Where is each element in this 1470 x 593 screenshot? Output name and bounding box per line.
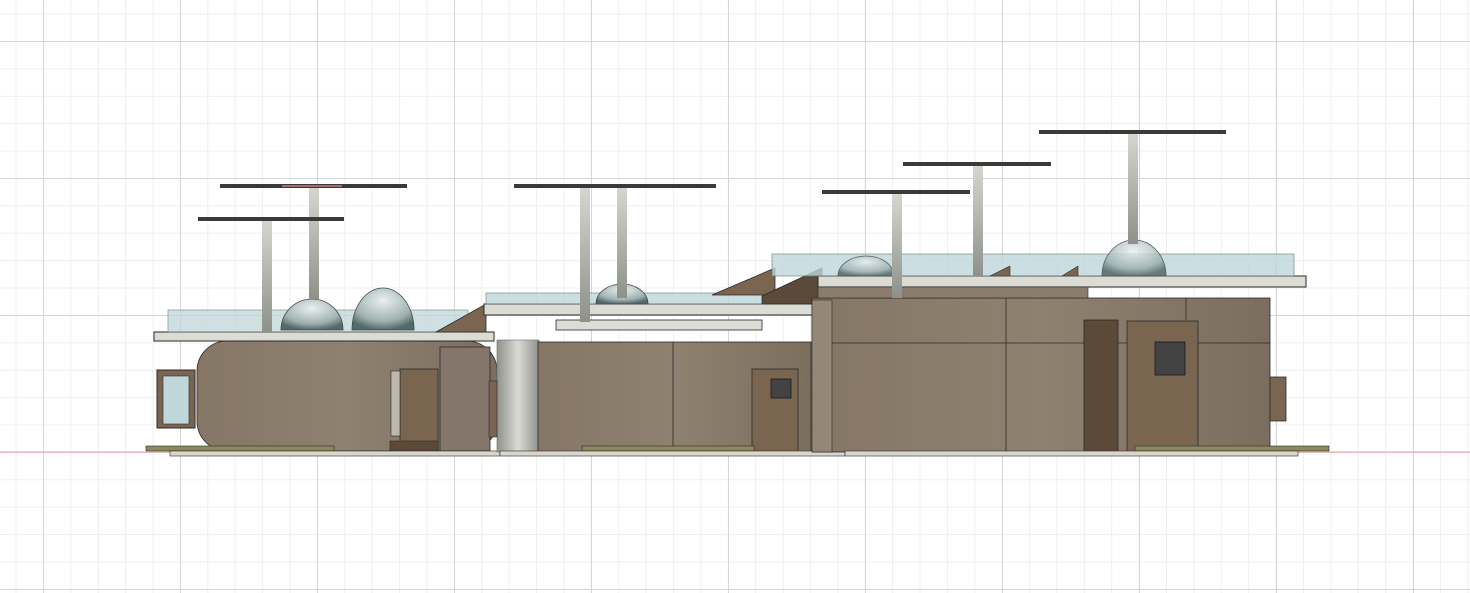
shade-pole-3: [580, 188, 590, 322]
building-elevation-model[interactable]: [0, 0, 1470, 593]
entrance-door-window: [1154, 341, 1186, 376]
shade-pole-2: [309, 187, 319, 299]
center-door-frame: [488, 380, 498, 438]
right-plinth: [844, 450, 1299, 457]
left-door-frame: [390, 370, 401, 437]
right-corner-column: [811, 299, 833, 453]
shade-panel-2-accent: [282, 185, 342, 187]
shade-panel-5: [903, 162, 1051, 166]
left-door[interactable]: [399, 368, 439, 452]
center-plinth: [499, 450, 846, 457]
right-module-wall: [811, 297, 1271, 453]
skylight-dome-5: [1101, 239, 1167, 277]
left-module[interactable]: [145, 184, 501, 457]
shade-panel-6: [1039, 130, 1226, 134]
shade-panel-4: [822, 190, 970, 194]
shade-pole-7: [1128, 134, 1138, 244]
shade-pole-5: [892, 194, 902, 298]
left-roof-slab: [153, 331, 495, 342]
center-column: [496, 339, 540, 453]
left-door-step: [389, 440, 439, 452]
right-roof-cap: [817, 286, 1089, 299]
center-module[interactable]: [483, 184, 851, 457]
center-ground-strip: [581, 445, 755, 452]
right-side-window[interactable]: [1269, 376, 1287, 422]
shade-pole-6: [973, 166, 983, 276]
shade-panel-3: [514, 184, 716, 188]
center-ramp-1: [711, 267, 776, 296]
cad-viewport[interactable]: [0, 0, 1470, 593]
shade-pole-1: [262, 220, 272, 332]
right-roof-slab: [817, 275, 1307, 288]
left-plinth: [169, 450, 501, 457]
skylight-dome-2: [351, 287, 415, 331]
left-module-wall-panel: [439, 346, 491, 452]
entrance-recess: [1083, 319, 1119, 453]
left-ground-strip: [145, 445, 335, 452]
skylight-dome-1: [280, 298, 344, 331]
shade-panel-1: [198, 217, 344, 221]
right-module[interactable]: [771, 130, 1330, 457]
left-side-window-glass: [162, 375, 190, 425]
right-ground-strip: [1134, 445, 1330, 452]
entrance-door[interactable]: [1126, 320, 1199, 453]
shade-pole-4: [617, 188, 627, 298]
center-door-window: [770, 378, 792, 399]
center-roof-slab: [483, 303, 851, 316]
